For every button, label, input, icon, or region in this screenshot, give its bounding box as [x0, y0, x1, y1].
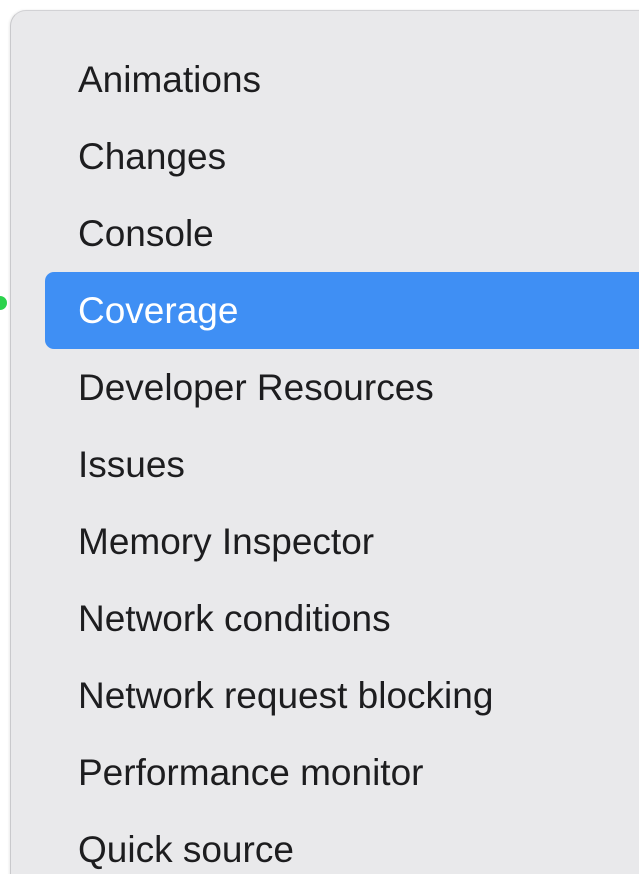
screen: Animations Changes Console Coverage Deve…: [0, 0, 639, 874]
menu-item-label: Animations: [78, 59, 262, 100]
menu-item-animations[interactable]: Animations: [45, 41, 639, 118]
menu-item-performance-monitor[interactable]: Performance monitor: [45, 734, 639, 811]
menu-item-issues[interactable]: Issues: [45, 426, 639, 503]
menu-item-developer-resources[interactable]: Developer Resources: [45, 349, 639, 426]
menu-item-label: Console: [78, 213, 214, 254]
menu-list: Animations Changes Console Coverage Deve…: [45, 41, 639, 874]
menu-item-label: Memory Inspector: [78, 521, 375, 562]
window-zoom-indicator: [0, 296, 7, 310]
menu-item-label: Quick source: [78, 829, 294, 870]
menu-item-network-request-blocking[interactable]: Network request blocking: [45, 657, 639, 734]
menu-item-console[interactable]: Console: [45, 195, 639, 272]
menu-item-network-conditions[interactable]: Network conditions: [45, 580, 639, 657]
menu-item-label: Performance monitor: [78, 752, 424, 793]
menu-item-changes[interactable]: Changes: [45, 118, 639, 195]
menu-item-quick-source[interactable]: Quick source: [45, 811, 639, 874]
menu-item-coverage[interactable]: Coverage: [45, 272, 639, 349]
menu-item-label: Changes: [78, 136, 227, 177]
menu-item-memory-inspector[interactable]: Memory Inspector: [45, 503, 639, 580]
menu-item-label: Coverage: [78, 290, 239, 331]
menu-item-label: Issues: [78, 444, 185, 485]
menu-item-label: Developer Resources: [78, 367, 434, 408]
menu-item-label: Network conditions: [78, 598, 391, 639]
more-tools-menu: Animations Changes Console Coverage Deve…: [10, 10, 639, 874]
menu-item-label: Network request blocking: [78, 675, 494, 716]
